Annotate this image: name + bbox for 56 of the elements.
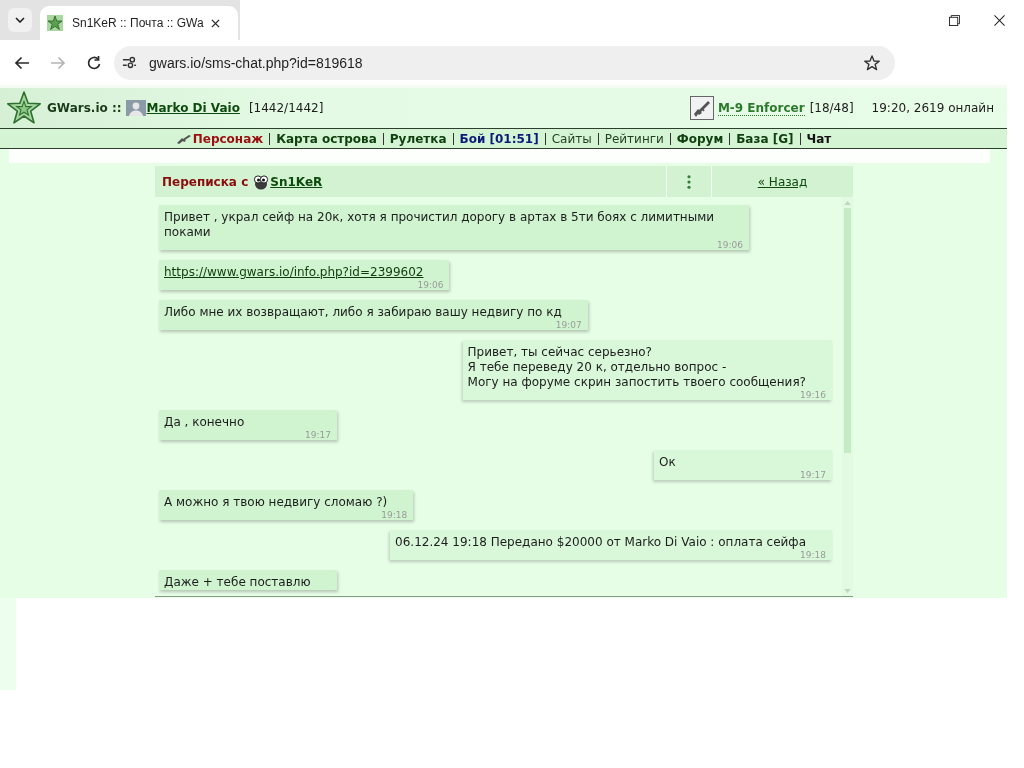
menu-link[interactable]: Чат: [806, 131, 832, 146]
site-name: GWars.io ::: [47, 101, 122, 115]
message-text: Привет , украл сейф на 20к, хотя я прочистил дорогу в артах в 5ти боях с лимитными поками: [164, 210, 716, 240]
site-settings-icon[interactable]: [122, 55, 137, 70]
url-text: gwars.io/sms-chat.php?id=819618: [149, 54, 364, 71]
message-link[interactable]: https://www.gwars.io/info.php?id=2399602: [164, 265, 424, 280]
menu-link[interactable]: Рулетка: [389, 131, 447, 146]
ammo-text: [18/48]: [809, 101, 854, 115]
address-bar[interactable]: gwars.io/sms-chat.php?id=819618: [114, 45, 895, 80]
message-text: А можно я твою недвигу сломаю ?): [164, 495, 389, 510]
bookmark-star-icon[interactable]: [864, 54, 880, 71]
tab-title: Sn1KeR :: Почта :: GWa: [72, 16, 205, 30]
avatar-icon: [253, 173, 270, 190]
message-time: 19:07: [555, 320, 582, 330]
menu-link[interactable]: База [G]: [736, 131, 794, 146]
scrollbar-thumb[interactable]: [844, 208, 851, 453]
online-status-text: 19:20, 2619 онлайн: [871, 101, 994, 115]
partner-link[interactable]: Sn1KeR: [270, 174, 323, 189]
menu-link[interactable]: Рейтинги: [604, 131, 664, 146]
browser-tab[interactable]: Sn1KeR :: Почта :: GWa: [40, 6, 238, 40]
tab-list-button[interactable]: [8, 8, 32, 32]
back-icon[interactable]: [14, 54, 30, 71]
menu-link[interactable]: Форум: [676, 131, 724, 146]
health-text: [1442/1442]: [248, 101, 324, 115]
chat-title: Переписка с: [162, 174, 249, 189]
message-text: 06.12.24 19:18 Передано $20000 от Marko Di Vaio : оплата сейфа: [395, 535, 807, 550]
back-link[interactable]: « Назад: [757, 174, 808, 189]
gun-icon: [175, 133, 192, 144]
star-icon: [47, 15, 63, 31]
close-icon[interactable]: [211, 18, 220, 28]
message-time: 19:17: [800, 470, 826, 480]
message-time: 19:18: [381, 510, 408, 520]
menu-link[interactable]: Персонаж: [192, 131, 264, 146]
message-time: 19:16: [800, 390, 826, 400]
star-logo-icon[interactable]: [6, 90, 42, 126]
chevron-down-icon: [15, 17, 25, 23]
message-time: 19:06: [717, 240, 743, 250]
rifle-icon[interactable]: [689, 96, 714, 120]
menu-link[interactable]: Сайты: [551, 131, 592, 146]
message-text: Ок: [659, 455, 677, 470]
menu-link[interactable]: Бой [01:51]: [459, 131, 539, 146]
weapon-link[interactable]: M-9 Enforcer: [717, 100, 805, 116]
menu-link[interactable]: Карта острова: [276, 131, 377, 146]
message-text: Привет, ты сейчас серьезно? Я тебе переведу 20 к, отдельно вопрос - Могу на форуме скрин запостить твоего сообщения?: [467, 345, 807, 390]
message-text: Либо мне их возвращают, либо я забираю вашу недвигу по кд: [164, 305, 563, 320]
message-time: 19:17: [305, 430, 331, 440]
user-link[interactable]: Marko Di Vaio: [146, 101, 240, 115]
close-icon[interactable]: [994, 14, 1005, 26]
restore-icon[interactable]: [949, 14, 960, 26]
message-text: Да , конечно: [164, 415, 246, 430]
avatar-icon: [125, 100, 146, 116]
message-time: 19:18: [800, 550, 826, 560]
more-icon[interactable]: [687, 174, 691, 189]
message-time: 19:06: [417, 280, 444, 290]
reload-icon[interactable]: [86, 54, 102, 71]
message-text: Даже + тебе поставлю: [164, 575, 312, 590]
